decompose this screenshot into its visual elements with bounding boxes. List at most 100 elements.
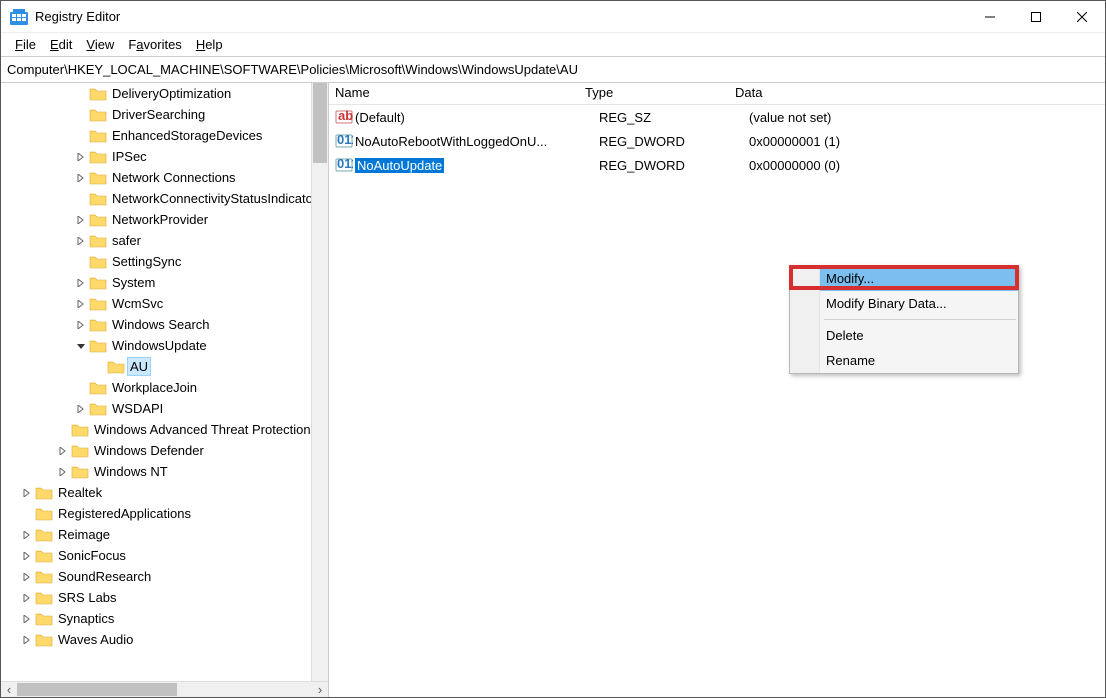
tree-item-driversearching[interactable]: DriverSearching — [1, 104, 328, 125]
expander-none — [91, 359, 107, 375]
tree-item-sonicfocus[interactable]: SonicFocus — [1, 545, 328, 566]
tree-item-soundresearch[interactable]: SoundResearch — [1, 566, 328, 587]
context-menu-modify-binary[interactable]: Modify Binary Data... — [790, 291, 1018, 316]
tree-item-windows-defender[interactable]: Windows Defender — [1, 440, 328, 461]
context-menu-separator — [824, 319, 1016, 320]
tree-item-settingsync[interactable]: SettingSync — [1, 251, 328, 272]
tree-content[interactable]: DeliveryOptimizationDriverSearchingEnhan… — [1, 83, 328, 681]
tree-item-label: Waves Audio — [56, 631, 135, 648]
tree-item-label: SoundResearch — [56, 568, 153, 585]
tree-item-windows-advanced-threat-protection[interactable]: Windows Advanced Threat Protection — [1, 419, 328, 440]
expander-closed-icon[interactable] — [19, 611, 35, 627]
folder-icon — [35, 485, 53, 500]
tree-item-waves-audio[interactable]: Waves Audio — [1, 629, 328, 650]
tree-item-au[interactable]: AU — [1, 356, 328, 377]
tree-item-deliveryoptimization[interactable]: DeliveryOptimization — [1, 83, 328, 104]
tree-vertical-scrollbar[interactable] — [311, 83, 328, 681]
column-type[interactable]: Type — [579, 83, 729, 104]
tree-item-networkconnectivitystatusindicator[interactable]: NetworkConnectivityStatusIndicator — [1, 188, 328, 209]
expander-closed-icon[interactable] — [55, 443, 71, 459]
tree-item-label: SRS Labs — [56, 589, 119, 606]
string-value-icon: ab — [335, 108, 353, 126]
context-menu-delete[interactable]: Delete — [790, 323, 1018, 348]
expander-closed-icon[interactable] — [73, 275, 89, 291]
context-menu-rename[interactable]: Rename — [790, 348, 1018, 373]
tree-item-enhancedstoragedevices[interactable]: EnhancedStorageDevices — [1, 125, 328, 146]
titlebar: Registry Editor — [1, 1, 1105, 33]
value-data: 0x00000000 (0) — [749, 158, 1105, 173]
tree-item-wcmsvc[interactable]: WcmSvc — [1, 293, 328, 314]
expander-closed-icon[interactable] — [73, 149, 89, 165]
maximize-button[interactable] — [1013, 1, 1059, 33]
expander-closed-icon[interactable] — [73, 233, 89, 249]
tree-item-windowsupdate[interactable]: WindowsUpdate — [1, 335, 328, 356]
folder-icon — [89, 233, 107, 248]
expander-open-icon[interactable] — [73, 338, 89, 354]
expander-closed-icon[interactable] — [19, 548, 35, 564]
tree-item-system[interactable]: System — [1, 272, 328, 293]
expander-closed-icon[interactable] — [19, 485, 35, 501]
expander-closed-icon[interactable] — [19, 527, 35, 543]
scroll-thumb[interactable] — [17, 683, 177, 696]
expander-none — [73, 380, 89, 396]
expander-closed-icon[interactable] — [19, 590, 35, 606]
tree-item-windows-search[interactable]: Windows Search — [1, 314, 328, 335]
value-row-noautoupdate[interactable]: 011NoAutoUpdateREG_DWORD0x00000000 (0) — [329, 153, 1105, 177]
svg-text:011: 011 — [337, 156, 353, 171]
folder-icon — [35, 590, 53, 605]
context-modify-bin-label: Modify Binary Data... — [826, 296, 947, 311]
address-text: Computer\HKEY_LOCAL_MACHINE\SOFTWARE\Pol… — [7, 62, 578, 77]
address-bar[interactable]: Computer\HKEY_LOCAL_MACHINE\SOFTWARE\Pol… — [1, 57, 1105, 83]
folder-icon — [89, 380, 107, 395]
tree-item-label: RegisteredApplications — [56, 505, 193, 522]
tree-item-realtek[interactable]: Realtek — [1, 482, 328, 503]
menu-favorites[interactable]: Favorites — [122, 35, 187, 54]
tree-item-windows-nt[interactable]: Windows NT — [1, 461, 328, 482]
tree-item-synaptics[interactable]: Synaptics — [1, 608, 328, 629]
context-menu-modify[interactable]: Modify... — [790, 266, 1018, 291]
tree-item-srs-labs[interactable]: SRS Labs — [1, 587, 328, 608]
folder-icon — [89, 317, 107, 332]
menu-file[interactable]: File — [9, 35, 42, 54]
expander-closed-icon[interactable] — [73, 212, 89, 228]
menu-edit[interactable]: Edit — [44, 35, 78, 54]
tree-item-registeredapplications[interactable]: RegisteredApplications — [1, 503, 328, 524]
context-menu-gutter — [790, 266, 820, 373]
scroll-right-arrow[interactable]: › — [312, 682, 328, 697]
folder-icon — [89, 275, 107, 290]
tree-horizontal-scrollbar[interactable]: ‹ › — [1, 681, 328, 697]
tree-item-reimage[interactable]: Reimage — [1, 524, 328, 545]
folder-icon — [89, 107, 107, 122]
tree-item-wsdapi[interactable]: WSDAPI — [1, 398, 328, 419]
expander-closed-icon[interactable] — [19, 632, 35, 648]
close-button[interactable] — [1059, 1, 1105, 33]
expander-closed-icon[interactable] — [55, 464, 71, 480]
list-body[interactable]: ab(Default)REG_SZ(value not set)011NoAut… — [329, 105, 1105, 177]
folder-icon — [35, 632, 53, 647]
tree-item-network-connections[interactable]: Network Connections — [1, 167, 328, 188]
value-row-noautorebootwithloggedonu-[interactable]: 011NoAutoRebootWithLoggedOnU...REG_DWORD… — [329, 129, 1105, 153]
tree-item-label: WindowsUpdate — [110, 337, 209, 354]
menu-view[interactable]: View — [80, 35, 120, 54]
folder-icon — [89, 338, 107, 353]
context-rename-label: Rename — [826, 353, 875, 368]
tree-item-workplacejoin[interactable]: WorkplaceJoin — [1, 377, 328, 398]
tree-item-label: Windows Defender — [92, 442, 206, 459]
tree-item-label: Network Connections — [110, 169, 238, 186]
expander-closed-icon[interactable] — [73, 317, 89, 333]
tree-item-ipsec[interactable]: IPSec — [1, 146, 328, 167]
scroll-thumb[interactable] — [313, 83, 327, 163]
column-data[interactable]: Data — [729, 83, 1105, 104]
expander-closed-icon[interactable] — [19, 569, 35, 585]
tree-item-networkprovider[interactable]: NetworkProvider — [1, 209, 328, 230]
expander-closed-icon[interactable] — [73, 296, 89, 312]
tree-item-safer[interactable]: safer — [1, 230, 328, 251]
minimize-button[interactable] — [967, 1, 1013, 33]
column-name[interactable]: Name — [329, 83, 579, 104]
value-row--default-[interactable]: ab(Default)REG_SZ(value not set) — [329, 105, 1105, 129]
expander-closed-icon[interactable] — [73, 401, 89, 417]
tree-item-label: WcmSvc — [110, 295, 165, 312]
expander-closed-icon[interactable] — [73, 170, 89, 186]
menu-help[interactable]: Help — [190, 35, 229, 54]
scroll-left-arrow[interactable]: ‹ — [1, 682, 17, 697]
